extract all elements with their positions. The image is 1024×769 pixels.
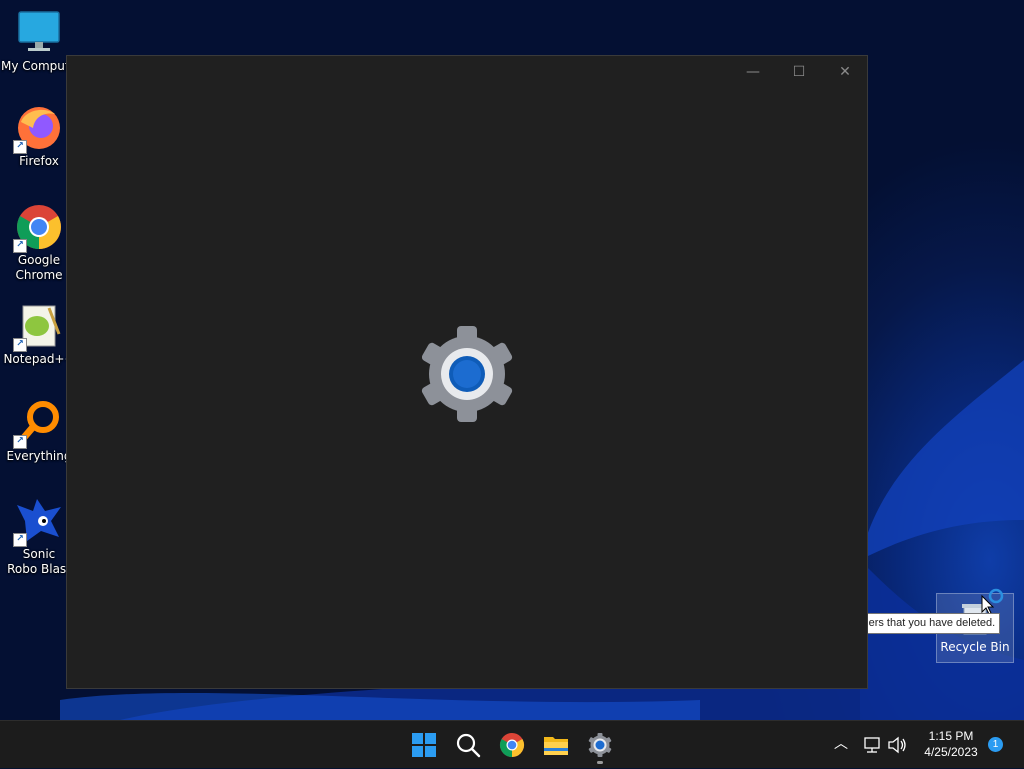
search-button[interactable]: [448, 725, 488, 765]
busy-cursor-icon: [981, 588, 1004, 614]
clock-time: 1:15 PM: [928, 729, 974, 743]
settings-icon: [588, 733, 612, 757]
shortcut-arrow-icon: ↗: [13, 435, 27, 449]
start-button[interactable]: [404, 725, 444, 765]
desktop-icon-label: Google Chrome: [15, 253, 63, 282]
show-hidden-icons-button[interactable]: ︿: [830, 733, 852, 757]
sonic-icon: ↗: [13, 497, 63, 547]
chrome-icon: [499, 733, 525, 757]
taskbar-chrome-button[interactable]: [492, 725, 532, 765]
search-icon: [456, 733, 481, 758]
file-explorer-icon: [544, 737, 568, 755]
minimize-button[interactable]: —: [730, 56, 776, 88]
shortcut-arrow-icon: ↗: [13, 140, 27, 154]
taskbar-settings-button[interactable]: [580, 725, 620, 765]
clock-date: 4/25/2023: [924, 745, 978, 759]
settings-window[interactable]: — ☐ ✕: [66, 55, 868, 689]
chrome-icon: ↗: [13, 203, 63, 253]
chevron-up-icon: ︿: [834, 735, 848, 751]
shortcut-arrow-icon: ↗: [13, 338, 27, 352]
taskbar: ︿ 1:15 PM 4/25/2023 1: [0, 720, 1024, 768]
maximize-button[interactable]: ☐: [776, 56, 822, 88]
firefox-icon: ↗: [13, 104, 63, 154]
shortcut-arrow-icon: ↗: [13, 239, 27, 253]
clock[interactable]: 1:15 PM 4/25/2023: [916, 728, 986, 760]
shortcut-arrow-icon: ↗: [13, 533, 27, 547]
running-indicator: [597, 761, 603, 764]
search-magnifier-icon: ↗: [13, 399, 63, 449]
notification-badge[interactable]: 1: [988, 737, 1003, 752]
desktop-icon-label: Sonic Robo Blast 2 v2.2: [7, 547, 71, 576]
start-icon: [412, 733, 436, 757]
close-button[interactable]: ✕: [822, 56, 868, 88]
notepadpp-icon: ↗: [13, 302, 63, 352]
monitor-icon: [15, 9, 63, 57]
settings-gear-icon: [421, 326, 513, 422]
taskbar-file-explorer-button[interactable]: [536, 725, 576, 765]
volume-icon[interactable]: [886, 734, 908, 756]
desktop-icon-label: Recycle Bin: [940, 640, 1010, 654]
network-icon[interactable]: [862, 734, 884, 756]
